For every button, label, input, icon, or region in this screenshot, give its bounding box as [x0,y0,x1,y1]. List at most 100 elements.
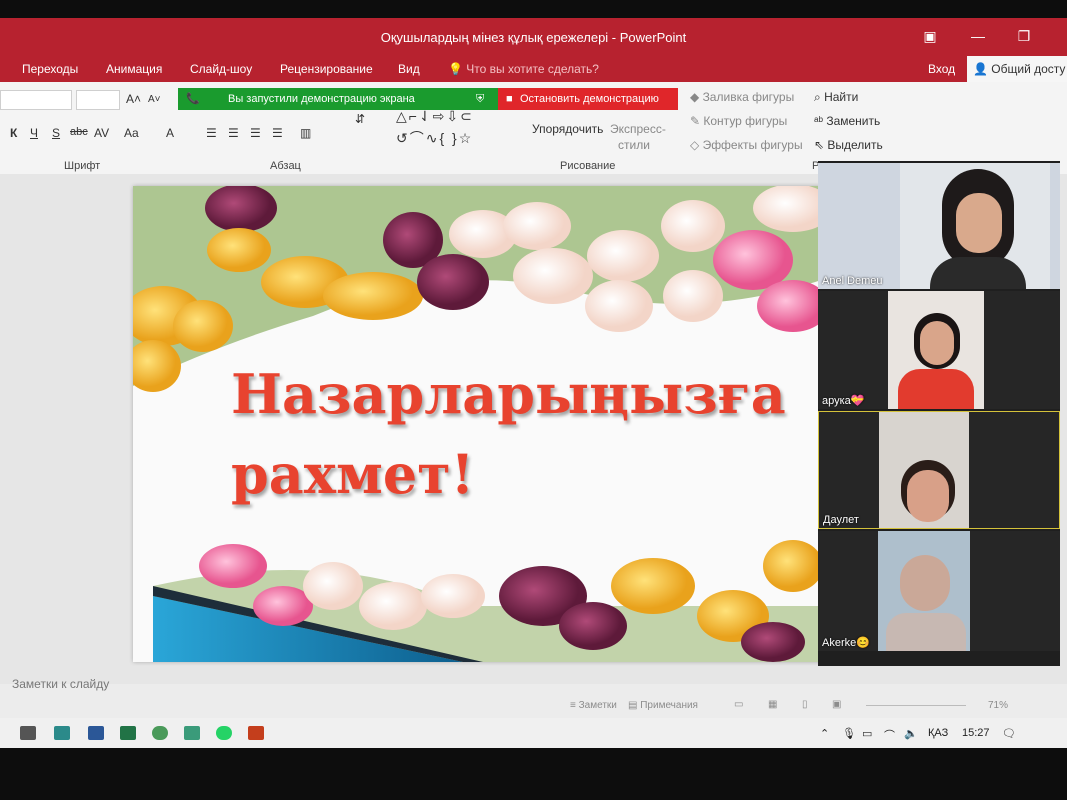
comments-toggle-label: Примечания [640,700,698,711]
screen-share-status: Вы запустили демонстрацию экрана [228,93,415,105]
chevron-up-icon[interactable]: ⌃ [820,727,829,740]
browser-icon[interactable] [152,726,168,740]
powerpoint-icon[interactable] [248,726,264,740]
lightbulb-icon: 💡 [448,62,467,76]
zoom-level[interactable]: 71% [988,700,1008,711]
tell-me-search[interactable]: 💡 Что вы хотите сделать? [448,62,599,76]
sign-in-link[interactable]: Вход [928,62,955,76]
participant-video [888,291,984,409]
justify-icon[interactable]: ☰ [272,126,283,140]
slide-canvas[interactable]: Назарларыңызға рахмет! [133,186,833,662]
language-indicator[interactable]: ҚАЗ [928,727,948,739]
align-center-icon[interactable]: ☰ [228,126,239,140]
menu-bar: Переходы Анимация Слайд-шоу Рецензирован… [0,56,1067,82]
stop-share-button[interactable]: ■ Остановить демонстрацию [498,88,678,110]
replace-button[interactable]: ᵃᵇ Заменить [814,114,880,128]
tab-animations[interactable]: Анимация [106,62,162,76]
align-right-icon[interactable]: ☰ [250,126,261,140]
char-spacing-icon[interactable]: AV [94,126,109,140]
participant-tile[interactable]: Akerke😊 [818,531,1060,651]
group-label-font: Шрифт [64,160,101,172]
window-title: Оқушылардың мінез құлық ережелері - Powe… [380,30,687,45]
participant-name: Akerke😊 [822,637,870,649]
notifications-icon[interactable]: 🗨 [1002,727,1016,740]
shrink-font-icon[interactable]: A˅ [148,94,161,105]
shapes-gallery-row1[interactable]: △⌐⇃⇨⇩⊂ [396,108,474,125]
slide-title-line1: Назарларыңызға [231,362,786,426]
slide-sorter-icon[interactable]: ▦ [768,699,777,710]
quick-styles-label-2[interactable]: стили [618,138,650,152]
shadow-icon[interactable]: S [52,126,60,140]
comment-icon: ▤ [628,700,641,711]
participant-video [878,531,970,651]
stop-icon: ■ [506,93,513,105]
share-button[interactable]: 👤 Общий досту [967,56,1067,82]
app-icon[interactable] [184,726,200,740]
font-name-box[interactable] [0,90,72,110]
tab-review[interactable]: Рецензирование [280,62,373,76]
restore-icon[interactable]: ❐ [1004,24,1044,48]
clock[interactable]: 15:27 [962,727,990,739]
share-label: Общий досту [991,62,1066,76]
find-button[interactable]: ⌕ Найти [814,90,858,105]
shape-outline-button[interactable]: ✎ Контур фигуры [690,114,787,128]
participant-video [900,163,1050,289]
shape-effects-button[interactable]: ◇ Эффекты фигуры [690,138,803,152]
tab-view[interactable]: Вид [398,62,420,76]
slide-notes-placeholder[interactable]: Заметки к слайду [12,677,109,691]
change-case-icon[interactable]: Aa [124,126,139,140]
select-button[interactable]: ⇖ Выделить [814,138,883,152]
excel-icon[interactable] [120,726,136,740]
tab-transitions[interactable]: Переходы [22,62,78,76]
group-label-paragraph: Абзац [270,160,301,172]
battery-icon[interactable]: ▭ [862,727,872,740]
participant-tile[interactable]: арука💝 [818,291,1060,409]
replace-label: Заменить [826,114,881,128]
zoom-slider[interactable] [866,705,966,706]
cursor-icon: ⇖ [814,138,828,152]
word-icon[interactable] [88,726,104,740]
person-icon: 👤 [973,62,988,76]
minimize-icon[interactable]: — [958,24,998,48]
columns-icon[interactable]: ▥ [300,126,311,140]
whatsapp-icon[interactable] [216,726,232,740]
comments-toggle[interactable]: ▤ Примечания [628,700,698,711]
grow-font-icon[interactable]: A˄ [126,92,141,106]
volume-icon[interactable]: 🔈 [904,727,918,740]
participant-name: Даулет [823,514,859,526]
taskbar: ⌃ 🎙 ▭ ⌒ 🔈 ҚАЗ 15:27 🗨 [0,718,1067,748]
search-icon: ⌕ [814,90,825,104]
font-color-icon[interactable]: A [166,126,174,140]
screen: Оқушылардың мінез құлық ережелері - Powe… [0,18,1067,748]
ribbon-display-options-icon[interactable]: ▣ [910,24,950,48]
shield-icon: ⛨ [476,93,485,105]
quick-styles-label-1[interactable]: Экспресс- [610,122,666,136]
screen-share-banner: 📞 Вы запустили демонстрацию экрана ⛨ [178,88,498,110]
normal-view-icon[interactable]: ▭ [734,699,743,710]
text-direction-icon[interactable]: ⇵ [355,112,365,126]
wifi-icon[interactable]: ⌒ [884,727,895,743]
bold-icon[interactable]: К [10,126,17,140]
microphone-icon[interactable]: 🎙 [842,727,856,740]
strikethrough-icon[interactable]: abc [70,126,88,138]
underline-icon[interactable]: Ч [30,126,38,140]
video-panel: Anel Demeu арука💝 Даулет Akerke😊 [818,161,1060,666]
shapes-gallery-row2[interactable]: ↺⌒∿{ }☆ [396,128,473,148]
font-size-box[interactable] [76,90,120,110]
tell-me-label: Что вы хотите сделать? [466,62,599,76]
participant-tile[interactable]: Даулет [818,411,1060,529]
folder-icon[interactable] [20,726,36,740]
participant-name: Anel Demeu [822,275,883,287]
reading-view-icon[interactable]: ▯ [802,699,808,710]
stop-share-label: Остановить демонстрацию [520,93,659,105]
notes-toggle[interactable]: ≡ Заметки [570,700,617,711]
replace-icon: ᵃᵇ [814,114,827,128]
participant-tile[interactable]: Anel Demeu [818,163,1060,289]
notes-icon: ≡ [570,700,579,711]
shape-fill-button[interactable]: ◆ Заливка фигуры [690,90,794,104]
slideshow-view-icon[interactable]: ▣ [832,699,841,710]
tab-slideshow[interactable]: Слайд-шоу [190,62,252,76]
align-left-icon[interactable]: ☰ [206,126,217,140]
mail-icon[interactable] [54,726,70,740]
arrange-button[interactable]: Упорядочить [532,122,603,136]
